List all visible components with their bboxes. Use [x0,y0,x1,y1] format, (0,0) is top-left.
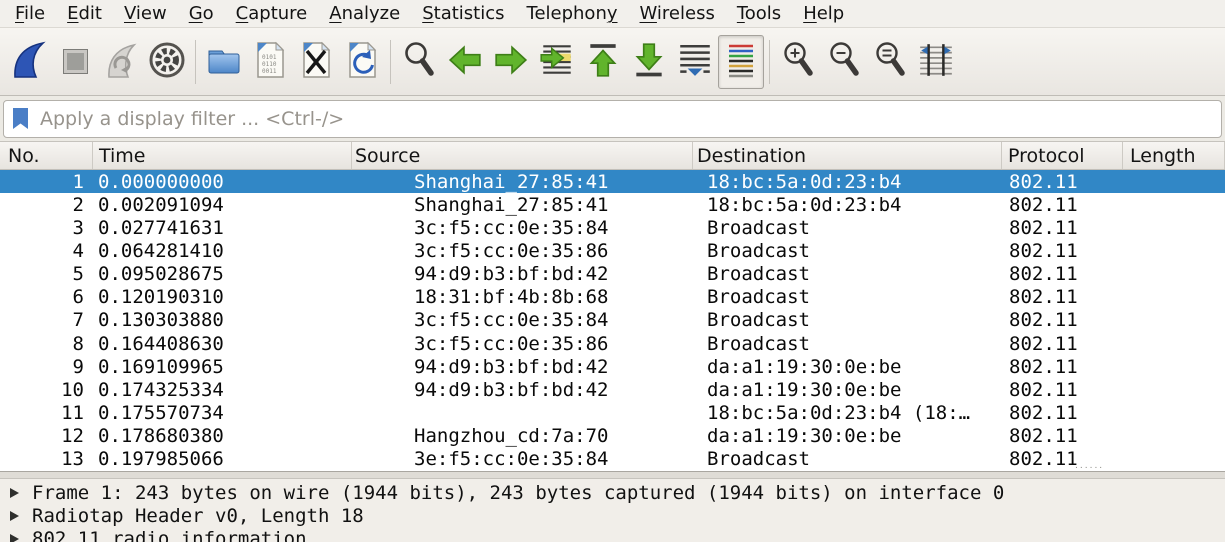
menu-item-edit[interactable]: Edit [56,1,113,26]
restart-capture-button[interactable] [98,35,144,89]
column-header-length[interactable]: Length [1123,142,1225,169]
menu-item-help[interactable]: Help [792,1,855,26]
table-row[interactable]: 1 0.000000000 Shanghai_27:85:41 18:bc:5a… [0,170,1225,193]
document-binary-icon: 0101 0110 0011 [252,40,288,84]
document-close-icon [298,40,334,84]
bookmark-icon[interactable] [13,108,28,129]
zoom-original-button[interactable] [867,35,913,89]
svg-text:0011: 0011 [262,68,277,75]
menu-item-go[interactable]: Go [178,1,225,26]
colorize-packets-button[interactable] [718,35,764,89]
detail-tree-row[interactable]: Radiotap Header v0, Length 18 [0,504,1225,527]
resize-columns-icon [917,41,955,83]
menu-item-tools[interactable]: Tools [726,1,792,26]
table-row[interactable]: 6 0.120190310 18:31:bf:4b:8b:68 Broadcas… [0,286,1225,309]
goto-packet-icon [538,41,576,83]
table-row[interactable]: 13 0.197985066 3e:f5:cc:0e:35:84 Broadca… [0,448,1225,471]
go-to-packet-button[interactable] [534,35,580,89]
column-header-no[interactable]: No. [0,142,93,169]
arrow-right-icon [493,43,529,81]
search-icon [400,40,438,84]
packet-list: ...... 1 0.000000000 Shanghai_27:85:41 1… [0,170,1225,471]
menu-item-analyze[interactable]: Analyze [318,1,411,26]
table-row[interactable]: 5 0.095028675 94:d9:b3:bf:bd:42 Broadcas… [0,263,1225,286]
stop-capture-button[interactable] [52,35,98,89]
display-filter-box [3,100,1222,138]
table-row[interactable]: 3 0.027741631 3c:f5:cc:0e:35:84 Broadcas… [0,216,1225,239]
auto-scroll-icon [676,42,714,82]
filter-bar [0,96,1225,142]
zoom-in-button[interactable] [775,35,821,89]
detail-tree-row[interactable]: Frame 1: 243 bytes on wire (1944 bits), … [0,481,1225,504]
column-header-source[interactable]: Source [352,142,693,169]
display-filter-input[interactable] [40,108,1221,130]
elided-text-dots: ...... [1075,461,1104,471]
table-row[interactable]: 9 0.169109965 94:d9:b3:bf:bd:42 da:a1:19… [0,355,1225,378]
stop-square-icon [63,49,88,74]
table-row[interactable]: 11 0.175570734 18:bc:5a:0d:23:b4 (18:… 8… [0,401,1225,424]
pane-splitter[interactable] [0,471,1225,479]
toolbar-separator [195,40,196,84]
table-row[interactable]: 8 0.164408630 3c:f5:cc:0e:35:86 Broadcas… [0,332,1225,355]
find-packet-button[interactable] [396,35,442,89]
expander-triangle-icon[interactable] [10,534,19,542]
table-row[interactable]: 12 0.178680380 Hangzhou_cd:7a:70 da:a1:1… [0,425,1225,448]
save-file-button[interactable]: 0101 0110 0011 [247,35,293,89]
column-header-time[interactable]: Time [93,142,352,169]
menu-item-wireless[interactable]: Wireless [629,1,726,26]
packet-details-pane: Frame 1: 243 bytes on wire (1944 bits), … [0,479,1225,542]
detail-tree-row[interactable]: 802.11 radio information [0,527,1225,542]
wireshark-fin-icon [12,40,46,84]
menu-item-capture[interactable]: Capture [225,1,319,26]
toolbar-separator [390,40,391,84]
zoom-in-icon [779,40,817,84]
reload-file-button[interactable] [339,35,385,89]
auto-scroll-button[interactable] [672,35,718,89]
menu-bar: FileEditViewGoCaptureAnalyzeStatisticsTe… [0,0,1225,28]
zoom-out-icon [825,40,863,84]
table-row[interactable]: 2 0.002091094 Shanghai_27:85:41 18:bc:5a… [0,193,1225,216]
capture-options-button[interactable] [144,35,190,89]
column-header-destination[interactable]: Destination [693,142,1002,169]
start-capture-button[interactable] [6,35,52,89]
arrow-up-bar-icon [585,41,621,83]
table-row[interactable]: 10 0.174325334 94:d9:b3:bf:bd:42 da:a1:1… [0,378,1225,401]
zoom-original-icon [871,40,909,84]
expander-triangle-icon[interactable] [10,488,19,498]
menu-item-file[interactable]: File [4,1,56,26]
folder-icon [205,42,243,82]
menu-item-statistics[interactable]: Statistics [411,1,515,26]
arrow-down-bar-icon [631,41,667,83]
svg-text:0110: 0110 [262,61,277,68]
table-row[interactable]: 7 0.130303880 3c:f5:cc:0e:35:84 Broadcas… [0,309,1225,332]
gear-icon [147,40,187,84]
resize-columns-button[interactable] [913,35,959,89]
column-header-protocol[interactable]: Protocol [1002,142,1123,169]
go-back-button[interactable] [442,35,488,89]
open-file-button[interactable] [201,35,247,89]
menu-item-view[interactable]: View [113,1,178,26]
zoom-out-button[interactable] [821,35,867,89]
arrow-left-icon [447,43,483,81]
colorize-icon [724,41,758,83]
close-file-button[interactable] [293,35,339,89]
go-forward-button[interactable] [488,35,534,89]
go-to-first-packet-button[interactable] [580,35,626,89]
packet-list-header: No. Time Source Destination Protocol Len… [0,142,1225,170]
document-reload-icon [344,40,380,84]
main-toolbar: 0101 0110 0011 [0,28,1225,96]
menu-item-telephony[interactable]: Telephony [516,1,629,26]
toolbar-separator [769,40,770,84]
expander-triangle-icon[interactable] [10,511,19,521]
restart-fin-icon [104,40,138,84]
svg-text:0101: 0101 [262,54,277,61]
go-to-last-packet-button[interactable] [626,35,672,89]
table-row[interactable]: 4 0.064281410 3c:f5:cc:0e:35:86 Broadcas… [0,239,1225,262]
